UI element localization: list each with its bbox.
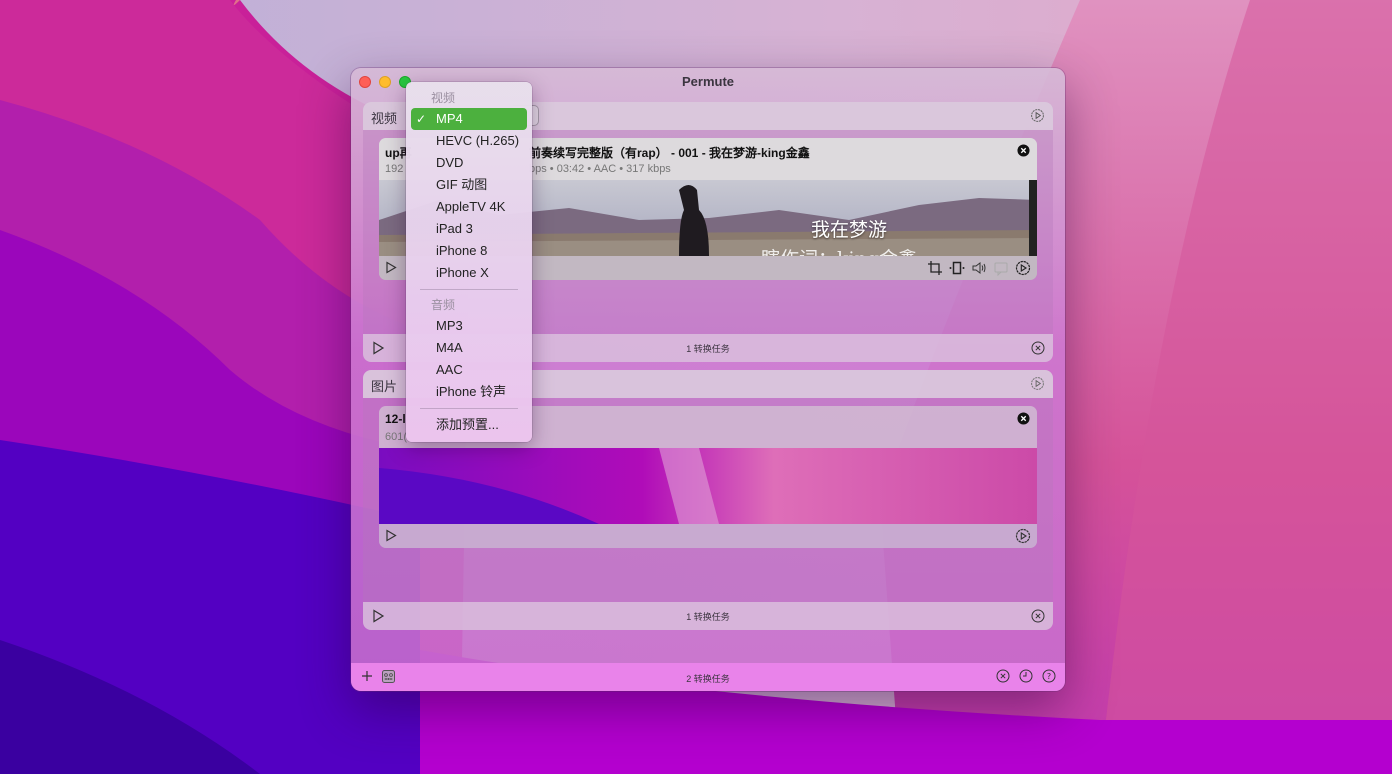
item-settings-gear-icon[interactable]	[1015, 260, 1031, 276]
image-section-label: 图片	[371, 379, 398, 394]
menu-header-audio: 音频	[431, 298, 456, 312]
video-item-meta: bps • 03:42 • AAC • 317 kbps	[529, 163, 671, 175]
menu-item-aac[interactable]: AAC	[411, 359, 527, 381]
menu-header-video: 视频	[431, 91, 456, 105]
menu-item-gif[interactable]: GIF 动图	[411, 174, 527, 196]
menu-item-hevc[interactable]: HEVC (H.265)	[411, 130, 527, 152]
menu-item-m4a[interactable]: M4A	[411, 337, 527, 359]
cancel-image-tasks-icon[interactable]	[1031, 609, 1045, 623]
image-item-meta: 601(	[385, 431, 408, 443]
video-item-title: 前奏续写完整版（有rap） - 001 - 我在梦游-king金鑫	[529, 146, 810, 160]
remove-video-item-icon[interactable]	[1017, 144, 1030, 157]
image-thumbnail	[379, 448, 1037, 524]
history-clock-icon[interactable]	[1019, 669, 1033, 683]
play-preview-icon[interactable]	[385, 261, 397, 274]
menu-item-label: MP4	[436, 111, 463, 126]
bottom-toolbar: 2 转换任务 ?	[351, 663, 1065, 691]
menu-item-appletv-4k[interactable]: AppleTV 4K	[411, 196, 527, 218]
menu-item-ipad-3[interactable]: iPad 3	[411, 218, 527, 240]
cancel-video-tasks-icon[interactable]	[1031, 341, 1045, 355]
cancel-all-icon[interactable]	[996, 669, 1010, 683]
audio-volume-icon[interactable]	[971, 260, 987, 276]
image-item-title: 12-l	[385, 412, 406, 426]
image-item-controls	[379, 524, 1037, 548]
preset-dropdown-menu: 视频 ✓ MP4 HEVC (H.265) DVD GIF 动图 AppleTV …	[406, 82, 532, 442]
menu-item-iphone-8[interactable]: iPhone 8	[411, 240, 527, 262]
subtitle-icon[interactable]	[993, 260, 1009, 277]
remove-image-item-icon[interactable]	[1017, 412, 1030, 425]
video-lyric-line-2: 瞎作词：king金鑫	[761, 244, 917, 256]
menu-item-iphone-x[interactable]: iPhone X	[411, 262, 527, 284]
svg-text:?: ?	[1047, 672, 1051, 681]
menu-item-iphone-ringtone[interactable]: iPhone 铃声	[411, 381, 527, 403]
total-task-count: 2 转换任务	[686, 674, 730, 684]
video-section-label: 视频	[371, 111, 398, 126]
crop-icon[interactable]	[927, 260, 943, 276]
image-settings-gear-icon[interactable]	[1030, 376, 1045, 391]
menu-separator	[420, 408, 518, 409]
video-item-meta-left: 192	[385, 163, 404, 175]
menu-item-mp3[interactable]: MP3	[411, 315, 527, 337]
image-task-count: 1 转换任务	[686, 612, 730, 622]
trim-icon[interactable]	[949, 260, 965, 276]
menu-item-mp4[interactable]: ✓ MP4	[411, 108, 527, 130]
menu-item-dvd[interactable]: DVD	[411, 152, 527, 174]
checkmark-icon: ✓	[416, 112, 427, 126]
image-item-settings-gear-icon[interactable]	[1015, 528, 1031, 544]
preview-image-icon[interactable]	[385, 529, 397, 542]
video-settings-gear-icon[interactable]	[1030, 108, 1045, 123]
menu-separator	[420, 289, 518, 290]
image-section-footer: 1 转换任务	[363, 602, 1053, 630]
menu-item-add-preset[interactable]: 添加预置...	[411, 414, 527, 436]
help-question-icon[interactable]: ?	[1042, 669, 1056, 683]
video-lyric-line-1: 我在梦游	[811, 219, 888, 241]
